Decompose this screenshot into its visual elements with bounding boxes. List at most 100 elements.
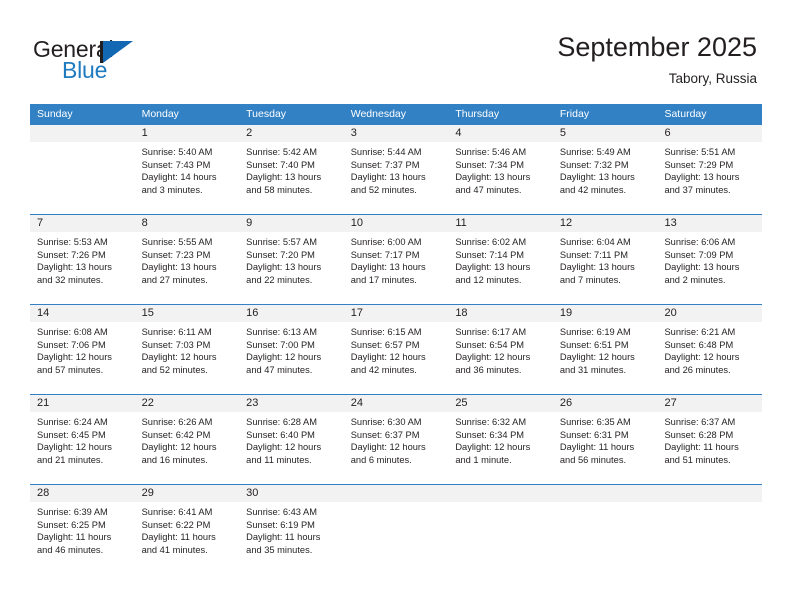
calendar-day-cell[interactable]: 6 Sunrise: 5:51 AM Sunset: 7:29 PM Daylight… — [657, 125, 763, 214]
day-number-band — [657, 485, 763, 502]
day-sun-info: Sunrise: 6:21 AM Sunset: 6:48 PM Daylight:… — [657, 322, 762, 376]
calendar-day-cell[interactable]: 12 Sunrise: 6:04 AM Sunset: 7:11 PM Dayligh… — [552, 215, 658, 304]
day-number: 22 — [141, 397, 154, 409]
sunrise-text: Sunrise: 6:39 AM — [37, 507, 108, 517]
calendar-day-cell[interactable]: 21 Sunrise: 6:24 AM Sunset: 6:45 PM Dayligh… — [30, 395, 135, 484]
calendar-day-cell[interactable]: 29 Sunrise: 6:41 AM Sunset: 6:22 PM Dayligh… — [134, 485, 240, 574]
calendar-day-cell[interactable]: 13 Sunrise: 6:06 AM Sunset: 7:09 PM Dayligh… — [657, 215, 763, 304]
calendar-day-cell[interactable]: 3 Sunrise: 5:44 AM Sunset: 7:37 PM Daylight… — [343, 125, 449, 214]
day-number: 8 — [141, 217, 148, 229]
day-number-band: 26 — [552, 395, 658, 412]
sunrise-text: Sunrise: 6:28 AM — [246, 417, 317, 427]
day-number: 2 — [246, 127, 253, 139]
sunrise-text: Sunrise: 5:44 AM — [350, 147, 422, 157]
triangle-flag-icon — [103, 41, 133, 63]
weekday-header-sunday: Sunday — [37, 108, 73, 120]
calendar-day-cell[interactable]: 25 Sunrise: 6:32 AM Sunset: 6:34 PM Dayligh… — [448, 395, 553, 484]
day-number: 13 — [664, 217, 677, 229]
daylight-text: Daylight: 13 hours and 58 minutes. — [246, 172, 322, 195]
general-blue-logo[interactable]: General Blue — [33, 36, 223, 88]
day-number-band: 5 — [552, 125, 658, 142]
calendar-day-cell[interactable]: 9 Sunrise: 5:57 AM Sunset: 7:20 PM Daylight… — [239, 215, 344, 304]
calendar-day-cell[interactable]: 2 Sunrise: 5:42 AM Sunset: 7:40 PM Daylight… — [239, 125, 344, 214]
sunrise-text: Sunrise: 6:00 AM — [350, 237, 422, 247]
daylight-text: Daylight: 12 hours and 47 minutes. — [246, 352, 322, 375]
sunset-text: Sunset: 7:37 PM — [350, 159, 420, 170]
daylight-text: Daylight: 11 hours and 46 minutes. — [37, 532, 112, 555]
calendar-day-cell[interactable]: 18 Sunrise: 6:17 AM Sunset: 6:54 PM Dayligh… — [448, 305, 553, 394]
day-number: 9 — [246, 217, 253, 229]
day-sun-info: Sunrise: 6:17 AM Sunset: 6:54 PM Daylight:… — [448, 322, 553, 376]
calendar-day-cell[interactable]: 16 Sunrise: 6:13 AM Sunset: 7:00 PM Dayligh… — [239, 305, 344, 394]
calendar-week-row: 7 Sunrise: 5:53 AM Sunset: 7:26 PM Daylight… — [30, 214, 763, 304]
day-number-band: 7 — [30, 215, 135, 232]
day-sun-info: Sunrise: 5:42 AM Sunset: 7:40 PM Daylight:… — [239, 142, 344, 196]
calendar-day-cell[interactable]: 22 Sunrise: 6:26 AM Sunset: 6:42 PM Dayligh… — [134, 395, 240, 484]
daylight-text: Daylight: 13 hours and 32 minutes. — [37, 262, 112, 285]
calendar-day-cell[interactable]: 30 Sunrise: 6:43 AM Sunset: 6:19 PM Dayligh… — [239, 485, 344, 574]
day-number-band: 4 — [448, 125, 553, 142]
calendar-day-cell-empty — [552, 485, 658, 574]
day-sun-info: Sunrise: 6:28 AM Sunset: 6:40 PM Daylight:… — [239, 412, 344, 466]
sunrise-text: Sunrise: 6:08 AM — [37, 327, 108, 337]
day-number: 24 — [350, 397, 363, 409]
sunrise-text: Sunrise: 5:49 AM — [559, 147, 631, 157]
sunset-text: Sunset: 7:40 PM — [246, 159, 315, 170]
calendar-day-cell[interactable]: 20 Sunrise: 6:21 AM Sunset: 6:48 PM Dayligh… — [657, 305, 763, 394]
calendar-day-cell[interactable]: 26 Sunrise: 6:35 AM Sunset: 6:31 PM Dayligh… — [552, 395, 658, 484]
calendar-day-cell[interactable]: 7 Sunrise: 5:53 AM Sunset: 7:26 PM Daylight… — [30, 215, 135, 304]
calendar-day-cell[interactable]: 24 Sunrise: 6:30 AM Sunset: 6:37 PM Dayligh… — [343, 395, 449, 484]
calendar-day-cell[interactable]: 4 Sunrise: 5:46 AM Sunset: 7:34 PM Daylight… — [448, 125, 553, 214]
sunset-text: Sunset: 6:25 PM — [37, 519, 106, 530]
calendar-day-cell[interactable]: 8 Sunrise: 5:55 AM Sunset: 7:23 PM Daylight… — [134, 215, 240, 304]
day-sun-info: Sunrise: 5:49 AM Sunset: 7:32 PM Daylight:… — [553, 142, 658, 196]
calendar-day-cell[interactable]: 15 Sunrise: 6:11 AM Sunset: 7:03 PM Dayligh… — [134, 305, 240, 394]
sunset-text: Sunset: 6:22 PM — [141, 519, 211, 530]
day-sun-info: Sunrise: 6:30 AM Sunset: 6:37 PM Daylight:… — [344, 412, 449, 466]
sunset-text: Sunset: 6:54 PM — [455, 339, 525, 350]
daylight-text: Daylight: 13 hours and 12 minutes. — [455, 262, 531, 285]
day-sun-info: Sunrise: 6:24 AM Sunset: 6:45 PM Daylight:… — [30, 412, 135, 466]
sunrise-text: Sunrise: 6:37 AM — [664, 417, 736, 427]
sunrise-text: Sunrise: 6:04 AM — [559, 237, 631, 247]
day-number-band: 14 — [30, 305, 135, 322]
calendar-day-cell[interactable]: 27 Sunrise: 6:37 AM Sunset: 6:28 PM Dayligh… — [657, 395, 763, 484]
sunset-text: Sunset: 7:32 PM — [559, 159, 629, 170]
sunset-text: Sunset: 6:48 PM — [664, 339, 734, 350]
day-sun-info: Sunrise: 6:08 AM Sunset: 7:06 PM Daylight:… — [30, 322, 135, 376]
day-number-band — [30, 125, 135, 142]
sunrise-text: Sunrise: 6:43 AM — [246, 507, 317, 517]
day-number-band: 11 — [448, 215, 553, 232]
daylight-text: Daylight: 11 hours and 51 minutes. — [664, 442, 739, 465]
day-number-band — [343, 485, 449, 502]
sunset-text: Sunset: 7:34 PM — [455, 159, 525, 170]
day-number-band: 21 — [30, 395, 135, 412]
calendar-day-cell[interactable]: 11 Sunrise: 6:02 AM Sunset: 7:14 PM Dayligh… — [448, 215, 553, 304]
calendar-day-cell[interactable]: 14 Sunrise: 6:08 AM Sunset: 7:06 PM Dayligh… — [30, 305, 135, 394]
calendar-day-cell[interactable]: 28 Sunrise: 6:39 AM Sunset: 6:25 PM Dayligh… — [30, 485, 135, 574]
day-sun-info: Sunrise: 5:44 AM Sunset: 7:37 PM Daylight:… — [344, 142, 449, 196]
day-number: 12 — [559, 217, 573, 229]
day-number: 28 — [37, 487, 50, 499]
calendar-day-cell[interactable]: 1 Sunrise: 5:40 AM Sunset: 7:43 PM Daylight… — [134, 125, 240, 214]
daylight-text: Daylight: 13 hours and 47 minutes. — [455, 172, 531, 195]
calendar-day-cell[interactable]: 17 Sunrise: 6:15 AM Sunset: 6:57 PM Dayligh… — [343, 305, 449, 394]
calendar-day-cell[interactable]: 23 Sunrise: 6:28 AM Sunset: 6:40 PM Dayligh… — [239, 395, 344, 484]
sunset-text: Sunset: 6:40 PM — [246, 429, 315, 440]
day-sun-info: Sunrise: 6:43 AM Sunset: 6:19 PM Daylight:… — [239, 502, 344, 556]
daylight-text: Daylight: 12 hours and 16 minutes. — [141, 442, 217, 465]
calendar-day-cell[interactable]: 5 Sunrise: 5:49 AM Sunset: 7:32 PM Daylight… — [552, 125, 658, 214]
calendar-day-cell[interactable]: 19 Sunrise: 6:19 AM Sunset: 6:51 PM Dayligh… — [552, 305, 658, 394]
daylight-text: Daylight: 13 hours and 42 minutes. — [559, 172, 635, 195]
day-number: 10 — [350, 217, 363, 229]
day-number: 11 — [455, 217, 467, 229]
day-number: 6 — [664, 127, 671, 139]
page-subtitle-location: Tabory, Russia — [668, 71, 757, 86]
day-sun-info: Sunrise: 6:32 AM Sunset: 6:34 PM Daylight:… — [448, 412, 553, 466]
weekday-header-monday: Monday — [141, 108, 179, 120]
sunrise-text: Sunrise: 6:06 AM — [664, 237, 736, 247]
day-number-band: 18 — [448, 305, 553, 322]
brand-name-blue: Blue — [62, 57, 108, 83]
calendar-day-cell[interactable]: 10 Sunrise: 6:00 AM Sunset: 7:17 PM Dayligh… — [343, 215, 449, 304]
day-number: 16 — [246, 307, 259, 319]
